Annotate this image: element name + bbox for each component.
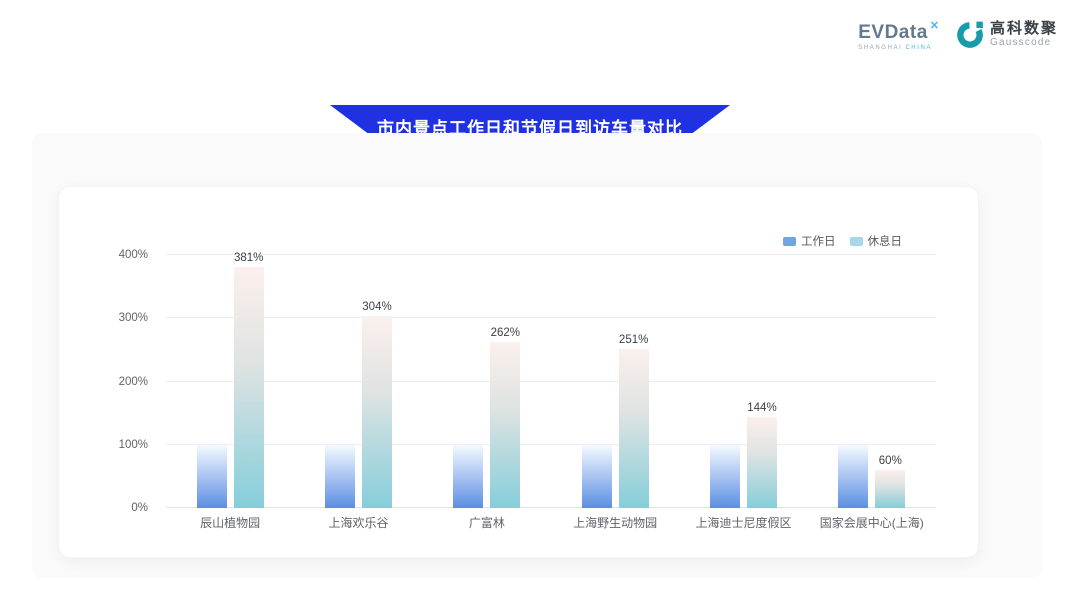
bar-工作日 xyxy=(325,445,355,508)
bar-value-label: 381% xyxy=(234,252,263,264)
y-tick-label: 400% xyxy=(119,249,148,261)
legend-swatch xyxy=(850,237,863,246)
y-tick-label: 0% xyxy=(131,502,148,514)
bar-工作日 xyxy=(838,445,868,508)
evdata-tagline-china: CHINA xyxy=(905,45,932,51)
bar-休息日 xyxy=(747,417,777,508)
header-logos: EVData ✕ SHANGHAICHINA 高科数聚 Gausscode xyxy=(858,20,1058,51)
bar-工作日 xyxy=(197,445,227,508)
bar-休息日 xyxy=(490,342,520,508)
bar-holder xyxy=(453,255,483,508)
bar-group: 262% xyxy=(423,255,551,508)
bar-value-label: 304% xyxy=(362,301,391,313)
bar-holder: 304% xyxy=(362,255,392,508)
bar-holder xyxy=(838,255,868,508)
bar-holder xyxy=(710,255,740,508)
bar-holder xyxy=(325,255,355,508)
bar-休息日 xyxy=(234,267,264,508)
bar-value-label: 60% xyxy=(879,455,902,467)
gausscode-logo: 高科数聚 Gausscode xyxy=(955,20,1058,50)
y-tick-label: 300% xyxy=(119,312,148,324)
bar-holder: 251% xyxy=(619,255,649,508)
gausscode-g-icon xyxy=(955,20,985,50)
bar-value-label: 262% xyxy=(491,327,520,339)
bar-holder: 262% xyxy=(490,255,520,508)
bar-group: 60% xyxy=(808,255,936,508)
bar-group: 144% xyxy=(679,255,807,508)
y-tick-label: 200% xyxy=(119,376,148,388)
bar-holder xyxy=(197,255,227,508)
y-axis: 0%100%200%300%400% xyxy=(59,255,156,508)
x-axis: 辰山植物园上海欢乐谷广富林上海野生动物园上海迪士尼度假区国家会展中心(上海) xyxy=(166,514,936,531)
y-tick-label: 100% xyxy=(119,439,148,451)
plot-area: 381% 304% 262% 251% 144% 60% xyxy=(166,255,936,508)
evdata-logo: EVData ✕ SHANGHAICHINA xyxy=(858,23,939,51)
chart-panel: 工作日 休息日 0% 100% 200% 300% 400% 381% 304% 262% 25… xyxy=(32,133,1042,578)
chart-card: 工作日 休息日 0% 100% 200% 300% 400% 381% 304% 262% 25… xyxy=(58,186,979,558)
gausscode-en-text: Gausscode xyxy=(990,37,1058,49)
evdata-tagline: SHANGHAICHINA xyxy=(858,45,939,51)
bar-休息日 xyxy=(875,470,905,508)
bar-groups: 381% 304% 262% 251% 144% 60% xyxy=(166,255,936,508)
legend: 工作日 休息日 xyxy=(783,233,902,249)
legend-label: 休息日 xyxy=(868,233,903,249)
x-category-label: 辰山植物园 xyxy=(166,514,294,531)
bar-休息日 xyxy=(619,349,649,508)
bar-holder: 381% xyxy=(234,255,264,508)
bar-group: 304% xyxy=(294,255,422,508)
evdata-logo-text: EVData xyxy=(858,23,928,43)
bar-value-label: 144% xyxy=(747,402,776,414)
x-category-label: 上海欢乐谷 xyxy=(294,514,422,531)
x-category-label: 上海迪士尼度假区 xyxy=(679,514,807,531)
bar-工作日 xyxy=(453,445,483,508)
x-category-label: 国家会展中心(上海) xyxy=(808,514,936,531)
legend-swatch xyxy=(783,237,796,246)
evdata-tagline-shanghai: SHANGHAI xyxy=(858,45,902,51)
bar-工作日 xyxy=(582,445,612,508)
legend-label: 工作日 xyxy=(801,233,836,249)
legend-item-工作日[interactable]: 工作日 xyxy=(783,233,836,249)
x-category-label: 广富林 xyxy=(423,514,551,531)
bar-group: 251% xyxy=(551,255,679,508)
x-category-label: 上海野生动物园 xyxy=(551,514,679,531)
evdata-x-icon: ✕ xyxy=(930,19,939,32)
bar-holder: 60% xyxy=(875,255,905,508)
bar-工作日 xyxy=(710,445,740,508)
bar-value-label: 251% xyxy=(619,334,648,346)
bar-休息日 xyxy=(362,316,392,508)
legend-item-休息日[interactable]: 休息日 xyxy=(850,233,903,249)
bar-group: 381% xyxy=(166,255,294,508)
gausscode-cn-text: 高科数聚 xyxy=(990,21,1058,37)
bar-holder xyxy=(582,255,612,508)
bar-holder: 144% xyxy=(747,255,777,508)
